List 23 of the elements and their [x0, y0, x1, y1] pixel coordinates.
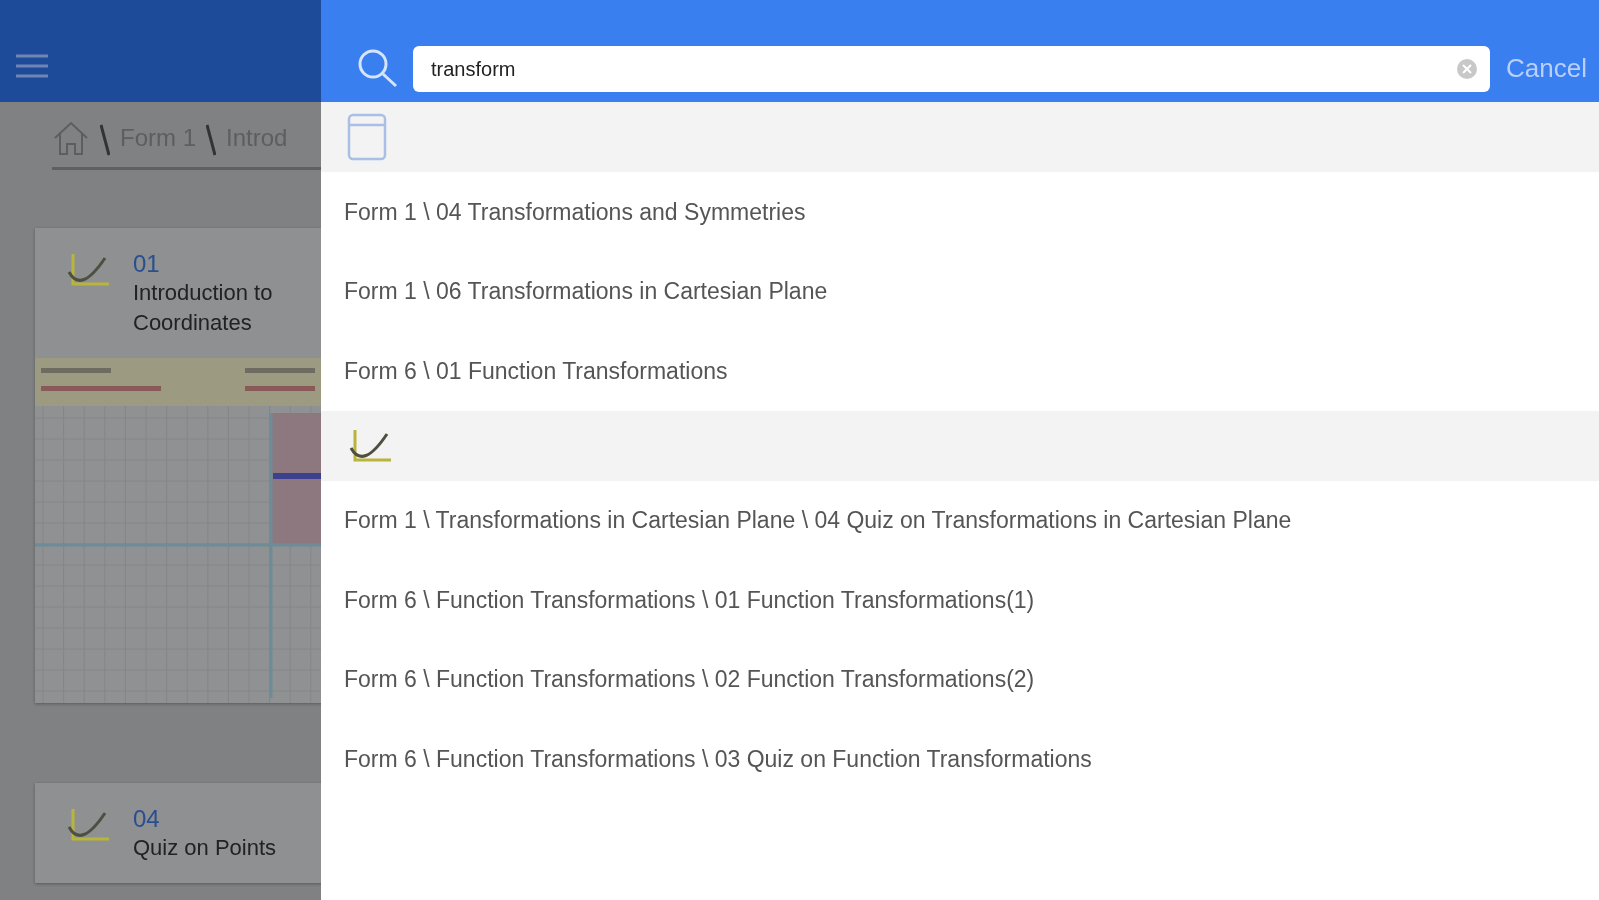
search-result[interactable]: Form 6 \ Function Transformations \ 01 Function Transformations(1) — [321, 560, 1599, 640]
separator-icon — [100, 123, 110, 158]
search-result[interactable]: Form 1 \ 06 Transformations in Cartesian Plane — [321, 251, 1599, 331]
line-segment — [273, 473, 321, 479]
lesson-number: 01 — [133, 250, 161, 278]
search-field[interactable]: transform — [413, 46, 1491, 92]
lesson-title: Introduction to — [133, 279, 273, 307]
search-result[interactable]: Form 6 \ Function Transformations \ 03 Quiz on Function Transformations — [321, 719, 1599, 799]
lesson-number: 04 — [133, 805, 161, 833]
menu-icon[interactable] — [16, 54, 48, 78]
lesson-title: Quiz on Points — [133, 834, 277, 862]
search-icon — [357, 48, 399, 88]
search-result[interactable]: Form 1 \ 04 Transformations and Symmetries — [321, 172, 1599, 252]
search-result[interactable]: Form 1 \ Transformations in Cartesian Plane \ 04 Quiz on Transformations in Cartesian Plane — [321, 480, 1599, 560]
lesson-card[interactable]: 01 Introduction to Coordinates — [35, 228, 321, 703]
search-result[interactable]: Form 6 \ Function Transformations \ 02 Function Transformations(2) — [321, 639, 1599, 719]
lesson-card[interactable]: 04 Quiz on Points — [35, 783, 321, 883]
clear-icon[interactable] — [1456, 58, 1479, 80]
home-icon[interactable] — [52, 119, 90, 156]
search-result[interactable]: Form 6 \ 01 Function Transformations — [321, 331, 1599, 411]
document-icon — [347, 113, 387, 161]
separator-icon — [206, 123, 216, 158]
lesson-title: Coordinates — [133, 309, 253, 337]
